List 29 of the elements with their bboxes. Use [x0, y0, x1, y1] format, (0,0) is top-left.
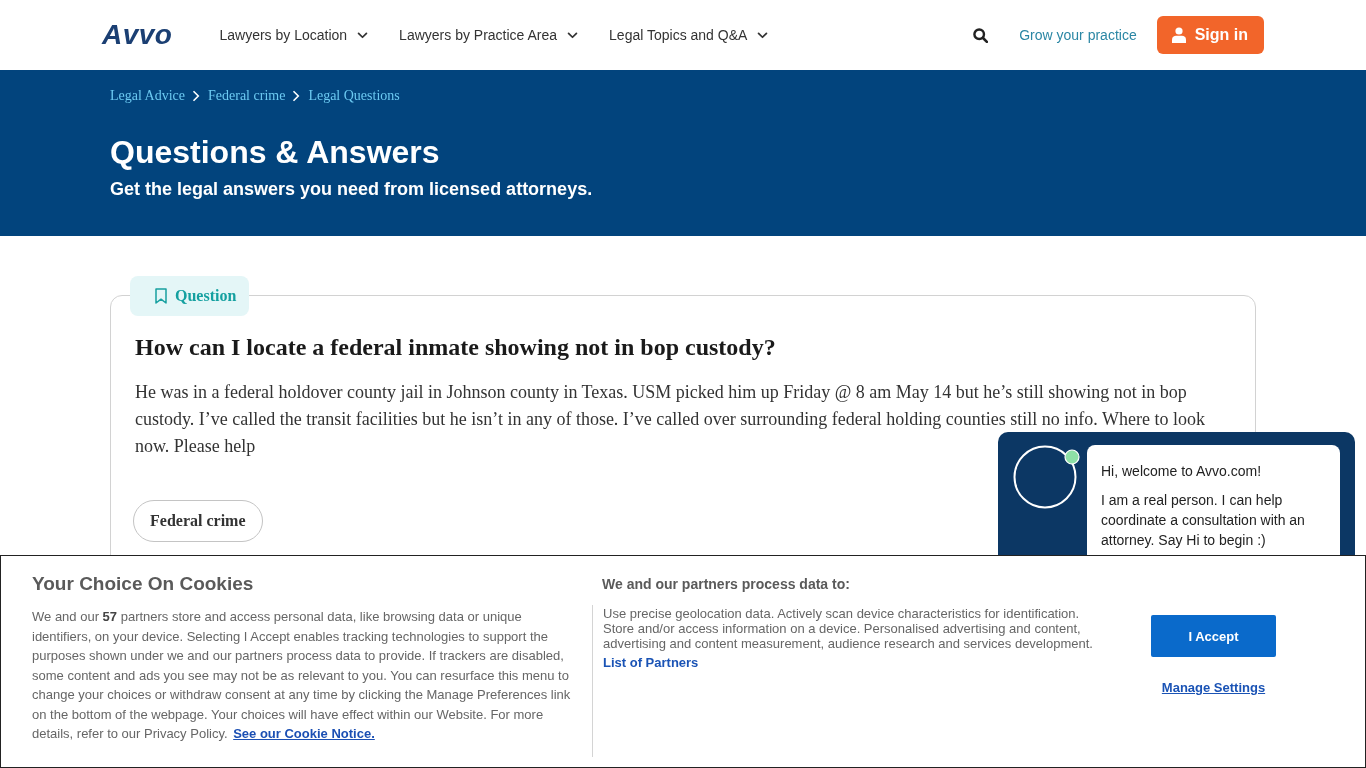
chat-message: Hi, welcome to Avvo.com!: [1101, 462, 1263, 481]
nav-menu-item[interactable]: Lawyers by Location: [219, 27, 369, 43]
grow-practice-link[interactable]: Grow your practice: [1019, 27, 1137, 43]
accept-button[interactable]: I Accept: [1151, 615, 1276, 657]
manage-settings-link[interactable]: Manage Settings: [1161, 680, 1266, 696]
cookie-title: Your Choice On Cookies: [32, 572, 255, 596]
badge-label: Question: [175, 287, 237, 305]
nav-menu-item[interactable]: Legal Topics and Q&A: [609, 27, 769, 43]
site-logo[interactable]: Avvo: [102, 20, 173, 50]
purposes-text: Use precise geolocation data. Actively scan device characteristics for identification. Store and/or access information on a device. Personalised advertising and content, advertising and content measurement, audience research and services development.: [603, 606, 1094, 651]
user-icon: [1171, 27, 1186, 43]
breadcrumb-link[interactable]: Legal Advice: [110, 88, 186, 104]
bookmark-icon: [155, 288, 167, 304]
partners-link[interactable]: List of Partners: [603, 655, 699, 671]
chevron-right-icon: [292, 90, 301, 102]
nav-menu-item[interactable]: Lawyers by Practice Area: [399, 27, 579, 43]
question-body: He was in a federal holdover county jail in Johnson county in Texas. USM picked him up Friday @ 8 am May 14 but he’s still showing not in bop custody. I’ve called the transit facilities but he isn’t in any of those. I’ve called over surrounding federal holding counties still no info. Where to look now. Please help: [135, 381, 1206, 458]
cookie-notice-link[interactable]: See our Cookie Notice.: [233, 726, 375, 741]
search-icon[interactable]: [973, 27, 989, 43]
chevron-right-icon: [192, 90, 201, 102]
question-title: How can I locate a federal inmate showing not in bop custody?: [135, 333, 777, 362]
avatar-icon: [1013, 445, 1077, 509]
purposes-title: We and our partners process data to:: [601, 575, 851, 593]
chat-message: I am a real person. I can help coordinate a consultation with an attorney. Say Hi to begin :): [1101, 491, 1306, 550]
breadcrumb-link[interactable]: Legal Questions: [308, 88, 400, 104]
cookie-description: We and our 57 partners store and access personal data, like browsing data or unique identifiers, on your device. Selecting I Accept enables tracking technologies to support the purposes shown under we and our partners process data to provide. If trackers are disabled, some content and ads you see may not be as relevant to you. You can resurface this menu to change your choices or withdraw consent at any time by clicking the Manage Preferences link on the bottom of the webpage. Your choices will have effect within our Website. For more details, refer to our Privacy Policy. See our Cookie Notice.: [32, 608, 572, 743]
breadcrumb-link[interactable]: Federal crime: [208, 88, 286, 104]
page-subtitle: Get the legal answers you need from licensed attorneys.: [110, 178, 594, 201]
page-title: Questions & Answers: [110, 133, 441, 172]
